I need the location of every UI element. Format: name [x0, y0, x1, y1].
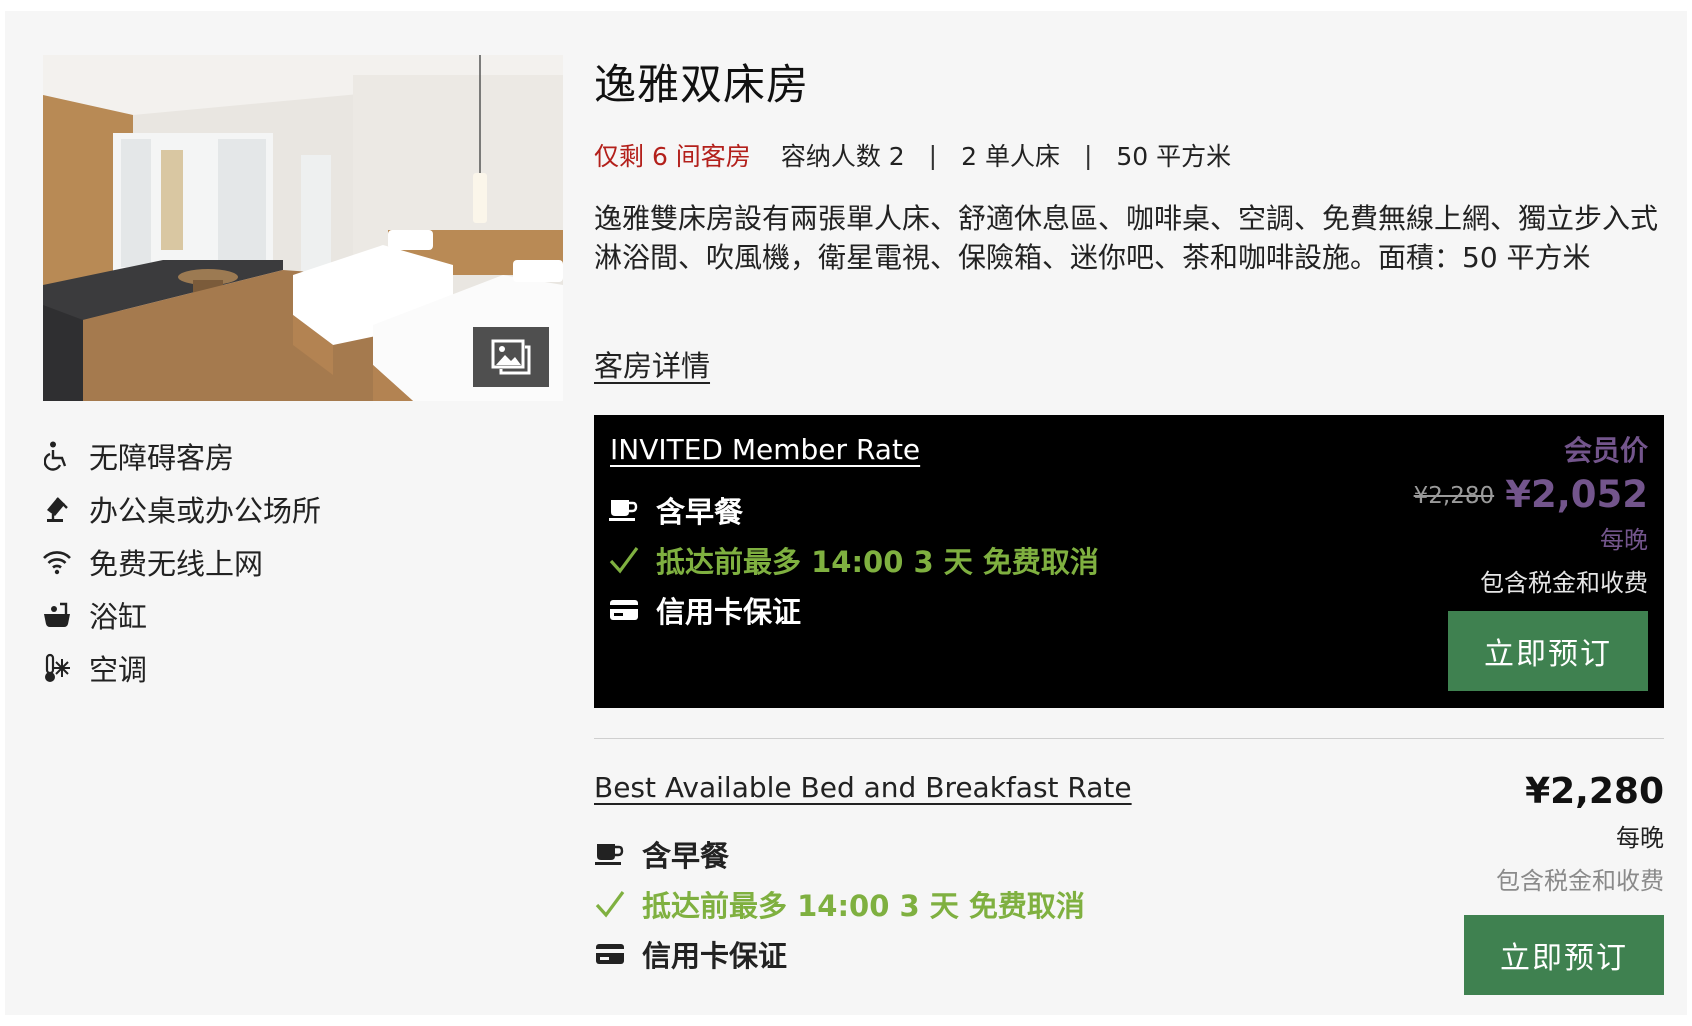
room-meta: 仅剩 6 间客房 容纳人数 2 | 2 单人床 | 50 平方米: [594, 137, 1231, 173]
capacity-text: 容纳人数 2: [780, 142, 905, 171]
amenity-item: 浴缸: [41, 588, 321, 641]
wheelchair-icon: [41, 440, 73, 472]
room-details-link[interactable]: 客房详情: [594, 343, 710, 385]
room-card: 无障碍客房 办公桌或办公场所 免费无线上网 浴缸 空调 逸雅双床房 仅剩 6 间…: [5, 11, 1687, 1015]
breakfast-label: 含早餐: [642, 839, 730, 873]
wifi-icon: [41, 546, 73, 578]
price-line: ¥2,280 ¥2,052: [1414, 473, 1648, 516]
per-night-label: 每晚: [1600, 526, 1648, 554]
beds-text: 2 单人床: [961, 142, 1060, 171]
amenity-label: 浴缸: [89, 599, 148, 634]
member-price-label: 会员价: [1563, 434, 1648, 467]
availability-text: 仅剩 6 间客房: [594, 142, 751, 171]
meta-separator: |: [928, 140, 938, 170]
guarantee-feature: 信用卡保证: [594, 933, 787, 975]
cancellation-label: 抵达前最多 14:00 3 天 免费取消: [642, 889, 1085, 923]
checkmark-icon: [594, 888, 626, 920]
room-title: 逸雅双床房: [594, 60, 810, 109]
guarantee-feature: 信用卡保证: [608, 589, 801, 631]
coffee-cup-icon: [594, 838, 626, 870]
amenity-item: 免费无线上网: [41, 535, 321, 588]
per-night-label: 每晚: [1616, 824, 1664, 852]
tax-note: 包含税金和收费: [1480, 569, 1648, 597]
rate-name-link[interactable]: INVITED Member Rate: [610, 433, 920, 466]
room-description: 逸雅雙床房設有兩張單人床、舒適休息區、咖啡桌、空調、免費無線上網、獨立步入式淋浴…: [594, 202, 1659, 274]
member-price: ¥2,052: [1505, 473, 1648, 516]
breakfast-feature: 含早餐: [608, 489, 743, 531]
credit-card-icon: [608, 594, 640, 626]
checkmark-icon: [608, 544, 640, 576]
size-text: 50 平方米: [1116, 142, 1232, 171]
cancellation-label: 抵达前最多 14:00 3 天 免费取消: [656, 545, 1099, 579]
amenity-item: 无障碍客房: [41, 429, 321, 482]
guarantee-label: 信用卡保证: [642, 939, 788, 973]
room-photo[interactable]: [43, 55, 563, 401]
book-now-button[interactable]: 立即预订: [1448, 611, 1648, 691]
breakfast-feature: 含早餐: [594, 833, 729, 875]
coffee-cup-icon: [608, 494, 640, 526]
amenity-item: 空调: [41, 641, 321, 694]
standard-price-box: ¥2,280 每晚 包含税金和收费: [1496, 771, 1664, 896]
cancellation-feature: 抵达前最多 14:00 3 天 免费取消: [608, 539, 1099, 581]
rate-divider: [594, 738, 1664, 739]
original-price: ¥2,280: [1413, 483, 1495, 509]
amenity-label: 免费无线上网: [89, 546, 264, 581]
amenity-list: 无障碍客房 办公桌或办公场所 免费无线上网 浴缸 空调: [41, 429, 321, 694]
guarantee-label: 信用卡保证: [656, 595, 802, 629]
amenity-label: 无障碍客房: [89, 440, 235, 475]
member-rate-panel: INVITED Member Rate 含早餐 抵达前最多 14:00 3 天 …: [594, 415, 1664, 708]
amenity-label: 办公桌或办公场所: [89, 493, 322, 528]
breakfast-label: 含早餐: [656, 495, 744, 529]
standard-price: ¥2,280: [1525, 771, 1664, 812]
rate-name-link[interactable]: Best Available Bed and Breakfast Rate: [594, 771, 1132, 804]
image-gallery-icon: [491, 339, 531, 375]
book-now-button[interactable]: 立即预订: [1464, 915, 1664, 995]
tax-note: 包含税金和收费: [1496, 867, 1664, 895]
amenity-item: 办公桌或办公场所: [41, 482, 321, 535]
meta-separator: |: [1083, 140, 1093, 170]
amenity-label: 空调: [89, 652, 148, 687]
bathtub-icon: [41, 599, 73, 631]
standard-rate-panel: Best Available Bed and Breakfast Rate 含早…: [594, 751, 1664, 1011]
credit-card-icon: [594, 938, 626, 970]
thermometer-snowflake-icon: [41, 652, 73, 684]
cancellation-feature: 抵达前最多 14:00 3 天 免费取消: [594, 883, 1085, 925]
desk-lamp-icon: [41, 493, 73, 525]
member-price-box: 会员价 ¥2,280 ¥2,052 每晚 包含税金和收费: [1414, 429, 1648, 598]
photo-gallery-button[interactable]: [473, 327, 549, 387]
